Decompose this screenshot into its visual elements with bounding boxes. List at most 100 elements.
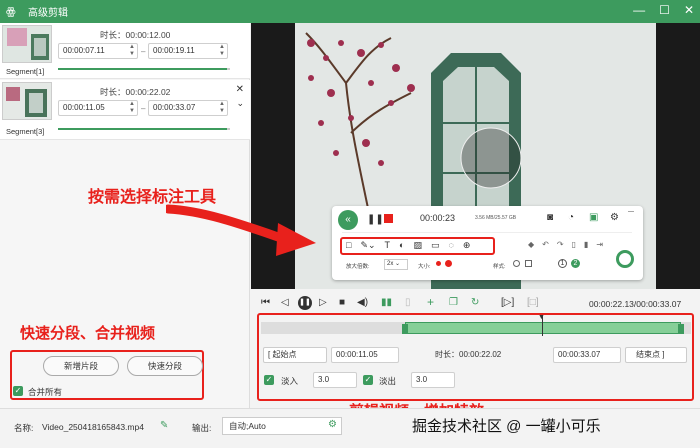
zoom-label: 放大倍数: bbox=[346, 264, 370, 270]
style-square-option[interactable] bbox=[525, 260, 532, 267]
annotation-arrow bbox=[166, 204, 316, 256]
volume-icon[interactable]: ◀) bbox=[357, 297, 368, 308]
start-time-field[interactable]: 00:00:11.05 bbox=[331, 347, 399, 363]
maximize-icon[interactable]: ☐ bbox=[659, 3, 670, 17]
file-name: Video_250418165843.mp4 bbox=[42, 422, 144, 432]
segment-progress bbox=[58, 68, 230, 70]
trim-in-icon[interactable]: [▷] bbox=[501, 297, 514, 308]
segment-start-field[interactable]: 00:00:11.05 ▲ ▼ bbox=[58, 100, 138, 116]
segment-item[interactable]: Segment[3] 时长：00:00:22.02 00:00:11.05 ▲ ▼ … bbox=[0, 80, 250, 140]
clip-duration: 时长：00:00:22.02 bbox=[435, 350, 502, 359]
range-dash: – bbox=[141, 47, 146, 56]
redo-icon[interactable]: ↷ bbox=[557, 240, 564, 249]
segment-progress bbox=[58, 128, 230, 130]
recording-time: 00:00:23 bbox=[420, 213, 456, 223]
set-start-button[interactable]: [ 起始点 bbox=[263, 347, 327, 363]
delete-clip-icon[interactable]: ▯ bbox=[405, 297, 411, 308]
editor-controls: ⏮ ◁ ❚❚ ▷ ■ ◀) ▮▮ ▯ + ❐ ↻ [▷] [□] 00:00:2… bbox=[251, 289, 700, 420]
add-segment-button[interactable]: 新增片段 bbox=[43, 356, 119, 376]
output-settings-icon[interactable]: ⚙ bbox=[328, 419, 337, 430]
segment-thumbnail bbox=[2, 82, 52, 120]
segment-label: Segment[3] bbox=[6, 127, 45, 136]
skip-start-icon[interactable]: ⏮ bbox=[261, 297, 270, 308]
next-frame-icon[interactable]: ▷ bbox=[319, 297, 327, 308]
playback-time: 00:00:22.13/00:00:33.07 bbox=[589, 299, 682, 309]
edit-name-icon[interactable]: ✎ bbox=[160, 420, 168, 431]
output-label: 输出: bbox=[192, 423, 212, 433]
mode-option-1[interactable]: 1 bbox=[558, 259, 567, 268]
edit-tools: ◆ ↶ ↷ ▯ ▮ ⇥ bbox=[528, 240, 603, 249]
segment-thumbnail bbox=[2, 25, 52, 63]
collapse-icon[interactable]: ⌄ bbox=[236, 98, 244, 109]
style-circle-option[interactable] bbox=[513, 260, 520, 267]
recording-size: 3.56 MB/25.57 GB bbox=[475, 215, 517, 221]
exit-icon[interactable]: ⇥ bbox=[596, 240, 603, 249]
output-select[interactable]: 自动;Auto bbox=[222, 417, 342, 435]
segment-label: Segment[1] bbox=[6, 67, 45, 76]
mode-option-2[interactable]: 2 bbox=[571, 259, 580, 268]
quick-split-button[interactable]: 快速分段 bbox=[127, 356, 203, 376]
name-label: 名称: bbox=[14, 423, 34, 433]
pen-tool-icon[interactable]: ✎⌄ bbox=[360, 240, 375, 251]
range-row: [ 起始点 00:00:11.05 时长：00:00:22.02 00:00:3… bbox=[263, 347, 688, 365]
segment-start-field[interactable]: 00:00:07.11 ▲ ▼ bbox=[58, 43, 138, 59]
merge-all-label: 合并所有 bbox=[28, 387, 63, 397]
spotlight-tool-icon[interactable]: ⊕ bbox=[463, 240, 471, 251]
undo-icon[interactable]: ↶ bbox=[542, 240, 549, 249]
magnifier-tool-icon[interactable]: ◌ bbox=[449, 240, 454, 251]
zoom-select[interactable]: 2x ⌄ bbox=[384, 259, 408, 270]
timer-icon[interactable]: ◔ bbox=[568, 212, 574, 223]
note-tool-icon[interactable]: ▭ bbox=[431, 240, 440, 251]
app-logo-icon: ꙮ bbox=[6, 6, 16, 18]
fade-in-label: 淡入 bbox=[281, 376, 299, 386]
fade-in-field[interactable]: 3.0 bbox=[313, 372, 357, 388]
rectangle-tool-icon[interactable]: □ bbox=[346, 240, 351, 251]
close-toolbar-icon[interactable]: — bbox=[628, 209, 634, 215]
stop-icon[interactable]: ■ bbox=[339, 297, 345, 308]
eraser-icon[interactable]: ◆ bbox=[528, 240, 534, 249]
annotation-tools: □ ✎⌄ T ◐ ▨ ▭ ◌ ⊕ bbox=[346, 240, 470, 251]
camera-icon[interactable]: ◙ bbox=[547, 212, 553, 223]
copy-icon[interactable]: ❐ bbox=[449, 297, 458, 308]
range-dash: – bbox=[141, 104, 146, 113]
segment-end-field[interactable]: 00:00:19.11 ▲ ▼ bbox=[148, 43, 228, 59]
text-tool-icon[interactable]: T bbox=[385, 240, 391, 251]
stop-icon[interactable] bbox=[384, 214, 393, 223]
remove-segment-icon[interactable]: ✕ bbox=[236, 84, 244, 95]
image-tool-icon[interactable]: ▨ bbox=[413, 240, 422, 251]
toolbox-icon[interactable]: ▣ bbox=[589, 212, 598, 223]
prev-frame-icon[interactable]: ◁ bbox=[281, 297, 289, 308]
set-end-button[interactable]: 结束点 ] bbox=[625, 347, 687, 363]
reset-icon[interactable]: ↻ bbox=[471, 297, 479, 308]
mosaic-tool-icon[interactable]: ◐ bbox=[399, 240, 404, 251]
segment-item[interactable]: Segment[1] 时长：00:00:12.00 00:00:07.11 ▲ ▼ … bbox=[0, 23, 250, 79]
fade-out-checkbox[interactable]: ✓ bbox=[363, 375, 373, 385]
collapse-toolbar-icon[interactable]: « bbox=[338, 210, 358, 230]
add-icon[interactable]: + bbox=[427, 295, 434, 309]
settings-icon[interactable]: ⚙ bbox=[610, 212, 619, 223]
pause-icon[interactable]: ❚❚ bbox=[367, 214, 384, 225]
trim-out-icon[interactable]: [□] bbox=[527, 297, 539, 308]
size-small-dot[interactable] bbox=[436, 261, 441, 266]
segment-duration: 时长：00:00:22.02 bbox=[100, 87, 171, 97]
delete-icon[interactable]: ▮ bbox=[584, 240, 588, 249]
watermark: 掘金技术社区 @ 一罐小可乐 bbox=[412, 418, 601, 435]
fade-out-label: 淡出 bbox=[379, 376, 397, 386]
fade-in-checkbox[interactable]: ✓ bbox=[264, 375, 274, 385]
minimize-icon[interactable]: — bbox=[633, 3, 645, 17]
brand-logo-icon bbox=[616, 250, 634, 268]
output-bar: 名称: Video_250418165843.mp4 ✎ 输出: 自动;Auto… bbox=[0, 408, 700, 448]
close-icon[interactable]: ✕ bbox=[684, 3, 694, 17]
divider bbox=[342, 232, 632, 233]
split-icon[interactable]: ▮▮ bbox=[381, 297, 392, 308]
size-large-dot[interactable] bbox=[445, 260, 452, 267]
fade-out-field[interactable]: 3.0 bbox=[411, 372, 455, 388]
size-label: 大小: bbox=[418, 264, 431, 270]
end-time-field[interactable]: 00:00:33.07 bbox=[553, 347, 621, 363]
segment-end-field[interactable]: 00:00:33.07 ▲ ▼ bbox=[148, 100, 228, 116]
merge-all-checkbox[interactable]: ✓ bbox=[13, 386, 23, 396]
clear-icon[interactable]: ▯ bbox=[572, 240, 576, 249]
split-merge-annotation: 快速分段、合并视频 bbox=[20, 324, 156, 342]
pause-button[interactable]: ❚❚ bbox=[298, 296, 312, 310]
recorder-toolbar: « ❚❚ 00:00:23 3.56 MB/25.57 GB ◙ ◔ ▣ ⚙ —… bbox=[332, 206, 643, 280]
